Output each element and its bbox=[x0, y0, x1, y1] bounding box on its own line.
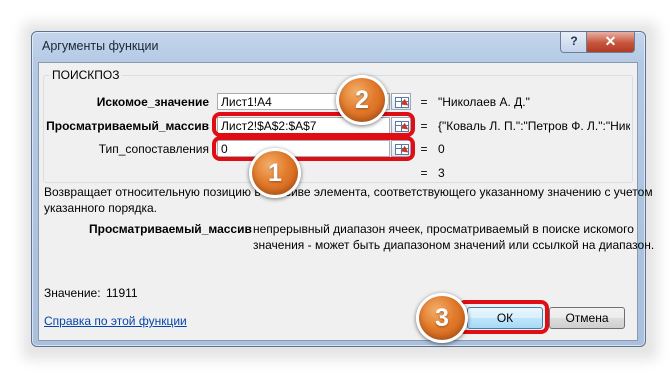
formula-result: 3 bbox=[438, 166, 445, 180]
arg-help-line1: непрерывный диапазон ячеек, просматривае… bbox=[253, 222, 634, 236]
value-label: Значение: bbox=[44, 286, 101, 300]
cancel-button[interactable]: Отмена bbox=[549, 307, 625, 329]
function-name: ПОИСКПОЗ bbox=[49, 68, 123, 82]
callout-badge-2: 2 bbox=[336, 75, 388, 125]
arg-result-3: 0 bbox=[438, 142, 445, 156]
function-description-line2: указанного порядка. bbox=[44, 201, 158, 215]
callout-badge-3: 3 bbox=[416, 293, 468, 343]
callout-badge-1: 1 bbox=[249, 148, 301, 198]
arg-result-1: "Николаев А. Д." bbox=[438, 95, 530, 109]
arg-label-lookup-value: Искомое_значение bbox=[96, 95, 209, 109]
function-description-line1: Возвращает относительную позицию в масси… bbox=[44, 185, 653, 199]
arg-help-line2: значения - может быть диапазоном значени… bbox=[253, 238, 655, 252]
collapse-dialog-button-1[interactable] bbox=[391, 93, 411, 110]
help-button[interactable]: ? bbox=[560, 32, 588, 53]
arg-help-name: Просматриваемый_массив bbox=[89, 222, 252, 236]
arg-label-match-type: Тип_сопоставления bbox=[98, 142, 209, 156]
callout-ok-highlight bbox=[457, 300, 549, 334]
dialog-title: Аргументы функции bbox=[42, 39, 159, 53]
callout-match-type-highlight bbox=[212, 136, 415, 161]
arg-label-lookup-array: Просматриваемый_массив bbox=[46, 119, 209, 133]
callout-lookup-array-highlight bbox=[212, 112, 415, 137]
total-equals: = bbox=[420, 166, 428, 180]
arg-result-2: {"Коваль Л. П.":"Петров Ф. Л.":"Ник bbox=[438, 119, 630, 133]
function-help-link[interactable]: Справка по этой функции bbox=[44, 314, 187, 328]
close-button[interactable]: ✕ bbox=[586, 32, 635, 53]
value-number: 11911 bbox=[106, 286, 138, 300]
arg-equals-3: = bbox=[420, 142, 428, 156]
arg-equals-2: = bbox=[420, 119, 428, 133]
arg-equals-1: = bbox=[420, 95, 428, 109]
